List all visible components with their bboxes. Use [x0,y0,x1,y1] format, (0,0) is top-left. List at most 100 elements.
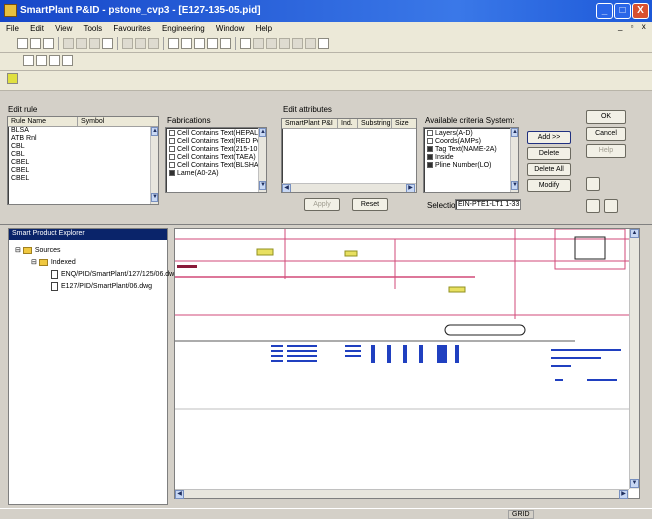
open-icon[interactable] [30,38,41,49]
column-ind[interactable]: Ind. [338,119,358,129]
checkbox-checked[interactable] [427,146,433,153]
checkbox-checked[interactable] [169,170,175,177]
selection-field[interactable]: EIN-PTE1-LT1 1-33 [455,199,521,210]
checkbox[interactable] [169,138,175,145]
print-icon[interactable] [63,38,74,49]
close-button[interactable]: X [632,3,649,19]
checkbox[interactable] [169,130,175,137]
layer-icon[interactable] [7,73,18,84]
menu-engineering[interactable]: Engineering [162,24,205,33]
scroll-left-icon[interactable]: ◀ [175,490,184,499]
scroll-right-icon[interactable]: ▶ [406,184,415,192]
undo-icon[interactable] [122,38,133,49]
available-criteria-list[interactable]: Layers(A-D) Coords(AMPs) Tag Text(NAME-2… [423,127,519,193]
column-rule-name[interactable]: Rule Name [8,117,78,127]
fabrication-item[interactable]: Cell Contains Text(RED Pe [166,138,266,146]
fabrications-scrollbar[interactable]: ▲ ▼ [258,128,266,192]
drawing-hscrollbar[interactable]: ◀ ▶ [175,489,629,499]
tree-node-root[interactable]: ⊟ Sources [15,245,61,257]
rule-item[interactable]: CBEL [8,159,158,167]
column-smartplant[interactable]: SmartPlant P&I [282,119,338,129]
column-symbol[interactable]: Symbol [78,117,150,127]
menu-favourites[interactable]: Favourites [113,24,150,33]
checkbox[interactable] [427,138,433,145]
rule-item[interactable]: CBEL [8,175,158,183]
pan-icon[interactable] [220,38,231,49]
criteria-item[interactable]: Tag Text(NAME-2A) [424,146,518,154]
scroll-up-icon[interactable]: ▲ [511,128,518,137]
check-icon[interactable] [62,55,73,66]
cut-icon[interactable] [76,38,87,49]
label-icon[interactable] [266,38,277,49]
checkbox[interactable] [427,130,433,137]
paste-icon[interactable] [102,38,113,49]
new-icon[interactable] [17,38,28,49]
add-criteria-button[interactable]: Add >> [527,131,571,144]
scroll-up-icon[interactable]: ▲ [259,128,266,137]
scroll-down-icon[interactable]: ▼ [511,181,518,190]
rule-list[interactable]: Rule Name Symbol BLSA ATB Rnl CBL CBL CBE… [7,116,159,205]
fabrication-item[interactable]: Cell Contains Text(215-10 [166,146,266,154]
rule-item[interactable]: CBEL [8,167,158,175]
maximize-button[interactable]: □ [614,3,631,19]
attribute-hscrollbar[interactable]: ◀ ▶ [282,183,416,192]
tree-node-indexed[interactable]: ⊟ Indexed [31,257,76,269]
scroll-right-icon[interactable]: ▶ [619,490,628,499]
scroll-up-icon[interactable]: ▲ [630,229,639,238]
rule-item[interactable]: BLSA [8,127,158,135]
reset-button[interactable]: Reset [352,198,388,211]
snap-icon[interactable] [36,55,47,66]
properties-icon[interactable] [305,38,316,49]
orthogonal-icon[interactable] [49,55,60,66]
tree-file-item[interactable]: ENQ/PID/SmartPlant/127/125/06.dwg [51,269,178,281]
modify-button[interactable]: Modify [527,179,571,192]
attribute-list[interactable]: SmartPlant P&I Ind. Substring Size ◀ ▶ [281,118,417,193]
grid-icon[interactable] [23,55,34,66]
scroll-left-icon[interactable]: ◀ [282,184,291,192]
menu-tools[interactable]: Tools [83,24,102,33]
checkbox[interactable] [169,162,175,169]
pick-icon[interactable] [586,177,600,191]
help-icon[interactable] [318,38,329,49]
rule-item[interactable]: ATB Rnl [8,135,158,143]
delete-icon[interactable] [148,38,159,49]
zoom-in-icon[interactable] [168,38,179,49]
fabrication-item[interactable]: Cell Contains Text(TAEA) [166,154,266,162]
scroll-down-icon[interactable]: ▼ [630,479,639,488]
fabrications-list[interactable]: Cell Contains Text(HEPAL) Cell Contains … [165,127,267,193]
mdi-controls[interactable]: _ ▫ x [618,22,649,31]
fabrication-item[interactable]: Cell Contains Text(HEPAL) [166,130,266,138]
copy-icon[interactable] [89,38,100,49]
delete-all-button[interactable]: Delete All [527,163,571,176]
column-substring[interactable]: Substring [358,119,392,129]
column-size[interactable]: Size [392,119,414,129]
criteria-item[interactable]: Layers(A-D) [424,130,518,138]
apply-button[interactable]: Apply [304,198,340,211]
rule-item[interactable]: CBL [8,143,158,151]
menu-window[interactable]: Window [216,24,244,33]
save-icon[interactable] [43,38,54,49]
scroll-down-icon[interactable]: ▼ [259,181,266,190]
help-button[interactable]: Help [586,144,626,158]
fabrication-item[interactable]: Cell Contains Text(BLSHA [166,162,266,170]
first-page-icon[interactable] [586,199,600,213]
tree-file-item[interactable]: E127/PID/SmartPlant/06.dwg [51,281,152,293]
filter-icon[interactable] [292,38,303,49]
criteria-item[interactable]: Coords(AMPs) [424,138,518,146]
zoom-fit-icon[interactable] [207,38,218,49]
redo-icon[interactable] [135,38,146,49]
criteria-scrollbar[interactable]: ▲ ▼ [510,128,518,192]
cancel-button[interactable]: Cancel [586,127,626,141]
checkbox-checked[interactable] [427,154,433,161]
fabrication-item[interactable]: Lame(A0-2A) [166,170,266,178]
drawing-canvas[interactable]: ▲ ▼ ◀ ▶ [174,228,640,499]
scroll-up-icon[interactable]: ▲ [151,127,158,136]
checkbox[interactable] [169,154,175,161]
measure-icon[interactable] [279,38,290,49]
select-icon[interactable] [240,38,251,49]
zoom-out-icon[interactable] [181,38,192,49]
delete-criteria-button[interactable]: Delete [527,147,571,160]
checkbox-checked[interactable] [427,162,433,169]
zoom-area-icon[interactable] [194,38,205,49]
rule-list-scrollbar[interactable]: ▲ ▼ [150,127,158,204]
